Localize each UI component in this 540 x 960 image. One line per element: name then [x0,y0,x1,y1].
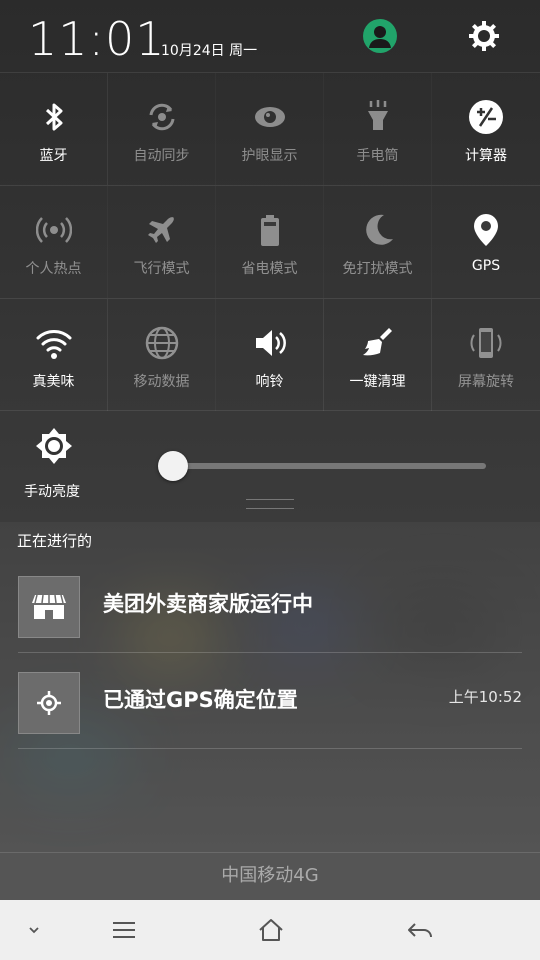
gear-icon[interactable] [466,18,502,54]
toggle-gps[interactable]: GPS [432,186,540,298]
moon-icon [365,214,393,245]
toggle-label: 省电模式 [241,261,298,277]
menu-icon[interactable] [110,916,138,944]
toggle-label: 移动数据 [133,374,190,390]
volume-icon [255,330,286,356]
back-icon[interactable] [406,916,434,944]
location-icon [474,214,498,246]
drag-handle[interactable] [246,499,294,509]
quick-settings-row: 真美味 移动数据 响铃 一键清理 屏幕旋转 [0,298,540,411]
toggle-label: 自动同步 [133,148,190,164]
broom-icon [362,328,392,356]
calculator-icon [469,100,503,134]
hotspot-icon [35,217,72,243]
ongoing-notifications: 正在进行的 美团外卖商家版运行中 已通过GPS确定位置 上午10:52 [0,522,540,852]
toggle-ringer[interactable]: 响铃 [216,299,324,411]
notification-item[interactable]: 已通过GPS确定位置 上午10:52 [18,652,522,749]
toggle-auto-sync[interactable]: 自动同步 [108,73,216,185]
toggle-hotspot[interactable]: 个人热点 [0,186,108,298]
toggle-flashlight[interactable]: 手电筒 [324,73,432,185]
battery-icon [260,215,279,246]
brightness-slider[interactable] [172,463,486,469]
globe-icon [145,326,178,360]
notification-time: 上午10:52 [448,688,522,706]
toggle-label: 真美味 [32,374,75,390]
brightness-row: 手动亮度 [0,410,540,523]
toggle-label: 蓝牙 [39,148,68,164]
navigation-bar [0,900,540,960]
brightness-label: 手动亮度 [24,484,80,500]
status-header: 11:01 10月24日 周一 [0,0,540,72]
clock-time: 11:01 [28,12,166,66]
wifi-icon [36,330,71,359]
toggle-label: 手电筒 [356,148,399,164]
home-icon[interactable] [257,916,285,944]
toggle-label: 响铃 [255,374,284,390]
notification-title: 美团外卖商家版运行中 [103,592,313,616]
toggle-bluetooth[interactable]: 蓝牙 [0,73,108,185]
section-title: 正在进行的 [17,532,93,550]
sync-icon [149,103,174,131]
brightness-slider-thumb[interactable] [158,451,188,481]
toggle-label: 屏幕旋转 [458,374,514,390]
notification-item[interactable]: 美团外卖商家版运行中 [18,556,522,653]
rotate-phone-icon [470,328,502,358]
toggle-eye-protection[interactable]: 护眼显示 [216,73,324,185]
clock-date: 10月24日 周一 [161,43,258,59]
toggle-calculator[interactable]: 计算器 [432,73,540,185]
user-avatar-icon[interactable] [363,19,397,53]
toggle-airplane-mode[interactable]: 飞行模式 [108,186,216,298]
toggle-label: 飞行模式 [133,261,190,277]
toggle-power-saving[interactable]: 省电模式 [216,186,324,298]
toggle-label: 个人热点 [25,261,82,277]
brightness-icon[interactable] [35,427,73,465]
chevron-down-icon[interactable] [20,916,48,944]
bluetooth-icon [45,103,62,131]
quick-settings-grid: 蓝牙 自动同步 护眼显示 手电筒 计算器 个人热点 飞行模式 省电模式 免打扰模… [0,72,540,411]
carrier-label: 中国移动4G [0,852,540,901]
toggle-screen-rotation[interactable]: 屏幕旋转 [432,299,540,411]
toggle-label: 免打扰模式 [342,261,413,277]
gps-target-icon [18,672,80,734]
toggle-do-not-disturb[interactable]: 免打扰模式 [324,186,432,298]
toggle-one-tap-clean[interactable]: 一键清理 [324,299,432,411]
quick-settings-row: 个人热点 飞行模式 省电模式 免打扰模式 GPS [0,185,540,298]
notification-title: 已通过GPS确定位置 [103,688,298,712]
toggle-label: GPS [471,258,501,274]
toggle-label: 护眼显示 [241,148,298,164]
toggle-wifi[interactable]: 真美味 [0,299,108,411]
toggle-mobile-data[interactable]: 移动数据 [108,299,216,411]
toggle-label: 计算器 [465,148,507,164]
toggle-label: 一键清理 [349,374,406,390]
eye-icon [254,107,285,127]
airplane-icon [147,217,174,243]
store-icon [18,576,80,638]
quick-settings-row: 蓝牙 自动同步 护眼显示 手电筒 计算器 [0,72,540,185]
flashlight-icon [367,100,388,130]
